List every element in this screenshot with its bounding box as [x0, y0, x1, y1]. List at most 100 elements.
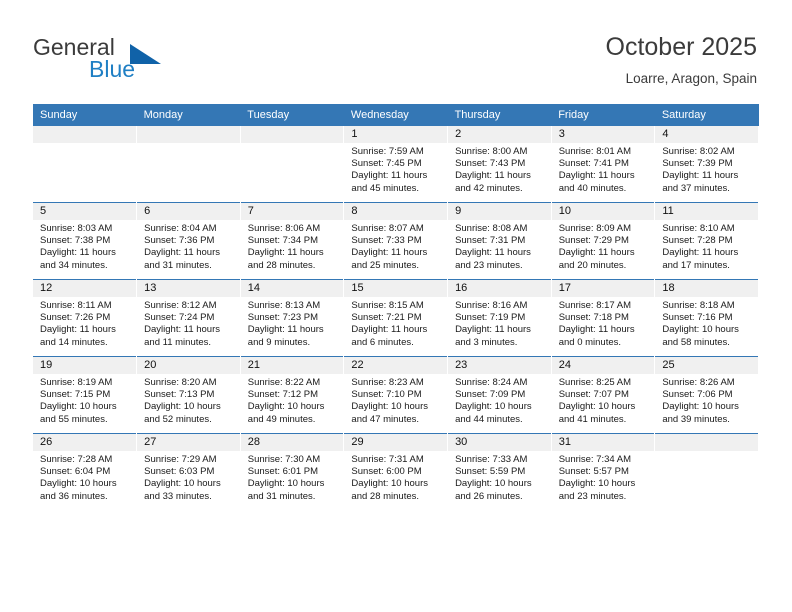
sunrise-text: Sunrise: 8:25 AM	[558, 377, 632, 388]
sunset-text: Sunset: 7:43 PM	[455, 158, 526, 170]
daylight-text-line1: Daylight: 11 hours	[558, 170, 635, 182]
calendar-day-cell[interactable]: 11 Sunrise: 8:10 AM Sunset: 7:28 PM Dayligh…	[654, 202, 759, 280]
day-details: Sunrise: 8:06 AM Sunset: 7:34 PM Daylight:…	[241, 220, 344, 272]
day-number: 11	[655, 203, 758, 220]
sunset-text: Sunset: 5:59 PM	[455, 466, 526, 478]
sunrise-text: Sunrise: 8:08 AM	[455, 223, 528, 234]
sunrise-text: Sunrise: 8:23 AM	[351, 377, 424, 388]
day-cell-inner: 31 Sunrise: 7:34 AM Sunset: 5:57 PM Dayligh…	[551, 434, 655, 510]
day-details: Sunrise: 8:08 AM Sunset: 7:31 PM Daylight:…	[448, 220, 551, 272]
calendar-day-cell[interactable]: 7 Sunrise: 8:06 AM Sunset: 7:34 PM Daylight…	[240, 202, 345, 280]
day-cell-inner: 16 Sunrise: 8:16 AM Sunset: 7:19 PM Dayligh…	[448, 280, 551, 356]
day-number: 1	[344, 126, 448, 143]
page-subtitle: Loarre, Aragon, Spain	[625, 71, 757, 86]
calendar-day-cell	[136, 126, 241, 203]
sunset-text: Sunset: 7:18 PM	[558, 312, 629, 324]
day-details: Sunrise: 8:19 AM Sunset: 7:15 PM Daylight:…	[33, 374, 136, 426]
daylight-text-line2: and 45 minutes.	[351, 182, 420, 194]
calendar-day-cell[interactable]: 13 Sunrise: 8:12 AM Sunset: 7:24 PM Dayligh…	[136, 279, 241, 357]
day-number: 28	[240, 434, 344, 451]
daylight-text-line2: and 20 minutes.	[558, 259, 627, 271]
calendar-day-cell[interactable]: 31 Sunrise: 7:34 AM Sunset: 5:57 PM Dayligh…	[551, 433, 656, 510]
day-details: Sunrise: 8:23 AM Sunset: 7:10 PM Daylight:…	[344, 374, 447, 426]
calendar-day-cell[interactable]: 16 Sunrise: 8:16 AM Sunset: 7:19 PM Dayligh…	[447, 279, 552, 357]
daylight-text-line2: and 36 minutes.	[40, 490, 108, 502]
calendar-week-row: 5 Sunrise: 8:03 AM Sunset: 7:38 PM Daylight…	[33, 202, 759, 280]
day-details: Sunrise: 8:01 AM Sunset: 7:41 PM Daylight:…	[552, 143, 655, 195]
daylight-text-line2: and 14 minutes.	[40, 336, 108, 348]
day-details: Sunrise: 8:24 AM Sunset: 7:09 PM Daylight:…	[448, 374, 551, 426]
sunset-text: Sunset: 7:13 PM	[144, 389, 215, 401]
weekday-header-sunday: Sunday	[33, 104, 137, 126]
daylight-text-line2: and 34 minutes.	[40, 259, 108, 271]
day-number: 5	[33, 203, 137, 220]
sunrise-text: Sunrise: 8:01 AM	[558, 146, 632, 157]
sunset-text: Sunset: 6:04 PM	[40, 466, 111, 478]
sunrise-text: Sunrise: 7:31 AM	[351, 454, 424, 465]
calendar-day-cell[interactable]: 17 Sunrise: 8:17 AM Sunset: 7:18 PM Dayligh…	[551, 279, 656, 357]
calendar-day-cell[interactable]: 30 Sunrise: 7:33 AM Sunset: 5:59 PM Dayligh…	[447, 433, 552, 510]
sunset-text: Sunset: 7:21 PM	[351, 312, 422, 324]
calendar-day-cell[interactable]: 20 Sunrise: 8:20 AM Sunset: 7:13 PM Dayligh…	[136, 356, 241, 434]
day-details: Sunrise: 8:20 AM Sunset: 7:13 PM Daylight:…	[137, 374, 240, 426]
calendar-day-cell[interactable]: 27 Sunrise: 7:29 AM Sunset: 6:03 PM Dayligh…	[136, 433, 241, 510]
weekday-header-friday: Friday	[551, 104, 655, 126]
calendar-day-cell[interactable]: 5 Sunrise: 8:03 AM Sunset: 7:38 PM Daylight…	[33, 202, 138, 280]
calendar-day-cell[interactable]: 23 Sunrise: 8:24 AM Sunset: 7:09 PM Dayligh…	[447, 356, 552, 434]
sunset-text: Sunset: 7:06 PM	[662, 389, 733, 401]
day-cell-inner: 19 Sunrise: 8:19 AM Sunset: 7:15 PM Dayligh…	[33, 357, 137, 433]
day-number: 24	[551, 357, 655, 374]
calendar-day-cell[interactable]: 4 Sunrise: 8:02 AM Sunset: 7:39 PM Daylight…	[654, 126, 759, 203]
day-cell-inner: 25 Sunrise: 8:26 AM Sunset: 7:06 PM Dayligh…	[655, 357, 758, 433]
day-cell-inner	[137, 126, 240, 202]
calendar-day-cell[interactable]: 8 Sunrise: 8:07 AM Sunset: 7:33 PM Daylight…	[343, 202, 449, 280]
daylight-text-line1: Daylight: 10 hours	[558, 401, 636, 413]
day-cell-inner: 6 Sunrise: 8:04 AM Sunset: 7:36 PM Daylight…	[137, 203, 240, 279]
calendar-day-cell[interactable]: 22 Sunrise: 8:23 AM Sunset: 7:10 PM Dayligh…	[343, 356, 449, 434]
day-number: 25	[655, 357, 758, 374]
daylight-text-line2: and 39 minutes.	[662, 413, 730, 425]
day-details: Sunrise: 8:15 AM Sunset: 7:21 PM Daylight:…	[344, 297, 447, 349]
sunset-text: Sunset: 7:24 PM	[144, 312, 215, 324]
calendar-day-cell[interactable]: 28 Sunrise: 7:30 AM Sunset: 6:01 PM Dayligh…	[240, 433, 345, 510]
calendar-day-cell[interactable]: 25 Sunrise: 8:26 AM Sunset: 7:06 PM Dayligh…	[654, 356, 759, 434]
calendar-day-cell[interactable]: 12 Sunrise: 8:11 AM Sunset: 7:26 PM Dayligh…	[33, 279, 138, 357]
sunrise-text: Sunrise: 7:59 AM	[351, 146, 424, 157]
day-details: Sunrise: 7:30 AM Sunset: 6:01 PM Daylight:…	[241, 451, 344, 503]
calendar-day-cell[interactable]: 18 Sunrise: 8:18 AM Sunset: 7:16 PM Dayligh…	[654, 279, 759, 357]
day-cell-inner: 22 Sunrise: 8:23 AM Sunset: 7:10 PM Dayligh…	[344, 357, 448, 433]
calendar-body: 1 Sunrise: 7:59 AM Sunset: 7:45 PM Daylight…	[33, 126, 759, 510]
daylight-text-line1: Daylight: 10 hours	[144, 478, 221, 490]
brand-logo[interactable]: General Blue	[33, 36, 263, 92]
calendar-day-cell[interactable]: 14 Sunrise: 8:13 AM Sunset: 7:23 PM Dayligh…	[240, 279, 345, 357]
calendar-day-cell[interactable]: 2 Sunrise: 8:00 AM Sunset: 7:43 PM Daylight…	[447, 126, 552, 203]
sunset-text: Sunset: 7:45 PM	[351, 158, 422, 170]
calendar-day-cell[interactable]: 10 Sunrise: 8:09 AM Sunset: 7:29 PM Dayligh…	[551, 202, 656, 280]
calendar-day-cell[interactable]: 15 Sunrise: 8:15 AM Sunset: 7:21 PM Dayligh…	[343, 279, 449, 357]
calendar-day-cell[interactable]: 21 Sunrise: 8:22 AM Sunset: 7:12 PM Dayligh…	[240, 356, 345, 434]
day-cell-inner: 3 Sunrise: 8:01 AM Sunset: 7:41 PM Daylight…	[551, 126, 655, 202]
sunset-text: Sunset: 7:34 PM	[247, 235, 319, 247]
daylight-text-line2: and 28 minutes.	[247, 259, 316, 271]
calendar-day-cell[interactable]: 9 Sunrise: 8:08 AM Sunset: 7:31 PM Daylight…	[447, 202, 552, 280]
calendar-day-cell[interactable]: 3 Sunrise: 8:01 AM Sunset: 7:41 PM Daylight…	[551, 126, 656, 203]
day-cell-inner: 1 Sunrise: 7:59 AM Sunset: 7:45 PM Daylight…	[344, 126, 448, 202]
day-details: Sunrise: 8:17 AM Sunset: 7:18 PM Daylight:…	[552, 297, 655, 349]
daylight-text-line1: Daylight: 10 hours	[455, 478, 532, 490]
day-number: 26	[33, 434, 137, 451]
calendar-day-cell[interactable]: 29 Sunrise: 7:31 AM Sunset: 6:00 PM Dayligh…	[343, 433, 449, 510]
daylight-text-line2: and 25 minutes.	[351, 259, 420, 271]
day-number: 12	[33, 280, 137, 297]
day-number: 16	[448, 280, 551, 297]
daylight-text-line2: and 41 minutes.	[558, 413, 627, 425]
day-cell-inner: 11 Sunrise: 8:10 AM Sunset: 7:28 PM Dayligh…	[655, 203, 758, 279]
calendar-day-cell[interactable]: 6 Sunrise: 8:04 AM Sunset: 7:36 PM Daylight…	[136, 202, 241, 280]
calendar-day-cell[interactable]: 19 Sunrise: 8:19 AM Sunset: 7:15 PM Dayligh…	[33, 356, 138, 434]
daylight-text-line2: and 58 minutes.	[662, 336, 730, 348]
calendar-day-cell[interactable]: 1 Sunrise: 7:59 AM Sunset: 7:45 PM Daylight…	[343, 126, 449, 203]
daylight-text-line2: and 26 minutes.	[455, 490, 523, 502]
calendar-day-cell[interactable]: 26 Sunrise: 7:28 AM Sunset: 6:04 PM Dayligh…	[33, 433, 138, 510]
daylight-text-line1: Daylight: 10 hours	[351, 478, 428, 490]
calendar-week-row: 26 Sunrise: 7:28 AM Sunset: 6:04 PM Dayligh…	[33, 433, 759, 510]
calendar-day-cell[interactable]: 24 Sunrise: 8:25 AM Sunset: 7:07 PM Dayligh…	[551, 356, 656, 434]
